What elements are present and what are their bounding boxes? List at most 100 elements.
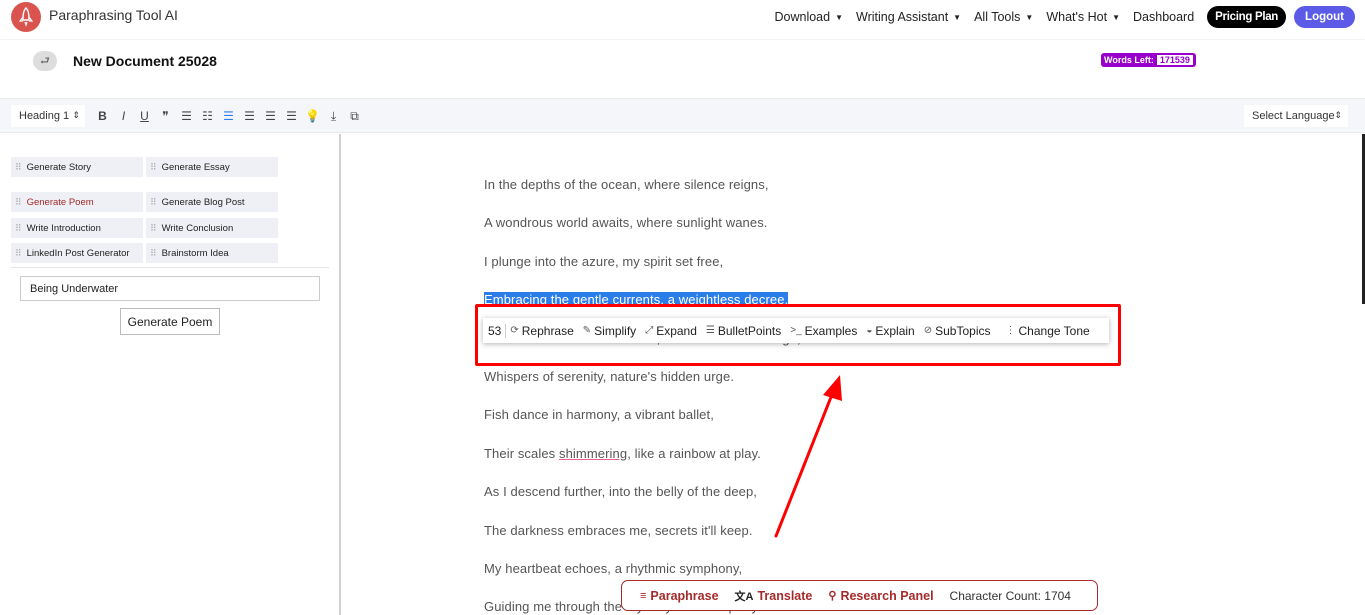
ai-action-explain[interactable]: ◒ Explain [866,324,914,338]
drag-handle-icon[interactable]: ⠿ [15,223,22,234]
ai-action-bulletpoints[interactable]: ☰ BulletPoints [706,324,781,338]
bottom-action-bar: ≡ Paraphrase 文A Translate ⚲ Research Panel Ch… [621,580,1098,611]
bold-icon[interactable]: B [92,107,113,125]
ai-action-label: Change Tone [1018,323,1090,338]
heading-select-value: Heading 1 [19,110,70,122]
poem-line[interactable]: My heartbeat echoes, a rhythmic symphony… [484,561,742,576]
drag-handle-icon[interactable]: ⠿ [15,248,22,259]
caret-down-icon: ▼ [953,12,962,22]
back-button[interactable]: ⮐ [33,51,57,71]
menu-label: All Tools [974,10,1021,24]
ordered-list-icon[interactable]: ☰ [176,107,197,125]
poem-line[interactable]: The darkness embraces me, secrets it'll … [484,523,753,538]
bullet-list-icon[interactable]: ☷ [197,107,218,125]
tool-generate-essay[interactable]: ⠿ Generate Essay [146,157,278,177]
ai-action-label: Expand [656,323,697,338]
tool-write-conclusion[interactable]: ⠿ Write Conclusion [146,218,278,238]
pricing-plan-button[interactable]: Pricing Plan [1207,6,1287,28]
quote-icon[interactable]: ❞ [155,107,176,125]
translate-icon: 文A [734,590,754,603]
list-icon: ☰ [705,325,715,336]
ai-action-popup: 53 ⟳ Rephrase ✎ Simplify ⤢ Expand ☰ BulletPoint… [483,318,1109,343]
copy-icon[interactable]: ⧉ [344,107,365,125]
align-center-icon[interactable]: ☰ [239,107,260,125]
italic-icon[interactable]: I [113,107,134,125]
poem-line[interactable]: I plunge into the azure, my spirit set f… [484,254,723,269]
document-header: ⮐ New Document 25028 Words Left: 171539 [0,40,1365,98]
tool-label: Write Conclusion [161,222,234,234]
words-left-label: Words Left: [1104,55,1154,65]
bottom-action-label: Translate [757,588,813,603]
tool-generate-story[interactable]: ⠿ Generate Story [11,157,143,177]
poem-line[interactable]: Embracing the gentle currents, a weightl… [484,292,789,308]
brand-name[interactable]: Paraphrasing Tool AI [49,7,178,23]
menu-all-tools[interactable]: All Tools ▼ [974,10,1033,24]
ai-action-subtopics[interactable]: ⊘ SubTopics [924,324,991,338]
top-navbar: Paraphrasing Tool AI Download ▼ Writing A… [0,0,1365,39]
ai-action-expand[interactable]: ⤢ Expand [645,324,697,338]
topic-input[interactable] [20,276,320,301]
selected-text[interactable]: Embracing the gentle currents, a weightl… [484,292,789,308]
menu-label: What's Hot [1046,10,1108,24]
download-icon[interactable]: ⤓ [323,107,344,125]
select-arrows-icon: ⇕ [1334,110,1342,120]
poem-line[interactable]: Whispers of serenity, nature's hidden ur… [484,369,734,384]
generate-poem-button[interactable]: Generate Poem [120,308,220,335]
translate-button[interactable]: 文A Translate [735,588,813,604]
words-left-badge: Words Left: 171539 [1101,53,1196,67]
language-select[interactable]: Select Language ⇕ [1244,105,1348,127]
terminal-icon: >_ [790,325,802,336]
editor-area[interactable]: In the depths of the ocean, where silenc… [343,134,1365,615]
tool-generate-poem[interactable]: ⠿ Generate Poem [11,192,143,212]
tool-linkedin-post-generator[interactable]: ⠿ LinkedIn Post Generator [11,243,143,263]
ai-action-examples[interactable]: >_ Examples [790,324,857,338]
menu-writing-assistant[interactable]: Writing Assistant ▼ [856,10,961,24]
drag-handle-icon[interactable]: ⠿ [15,162,22,173]
align-right-icon[interactable]: ☰ [260,107,281,125]
research-panel-button[interactable]: ⚲ Research Panel [828,589,933,603]
ai-action-label: Simplify [594,323,637,338]
ai-action-change-tone[interactable]: ⋮ Change Tone [1006,324,1090,338]
drag-handle-icon[interactable]: ⠿ [15,197,22,208]
heading-select[interactable]: Heading 1 ⇕ [11,105,85,127]
align-left-icon[interactable]: ☰ [218,107,239,125]
pencil-icon: ✎ [582,325,592,336]
logout-button[interactable]: Logout [1294,6,1355,28]
menu-label: Writing Assistant [856,10,949,24]
poem-line[interactable]: As I descend further, into the belly of … [484,484,757,499]
menu-download[interactable]: Download ▼ [774,10,843,24]
main-menu: Download ▼ Writing Assistant ▼ All Tools ▼ … [774,0,1365,34]
lightbulb-icon[interactable]: 💡 [302,107,323,125]
tool-generate-blog-post[interactable]: ⠿ Generate Blog Post [146,192,278,212]
drag-handle-icon[interactable]: ⠿ [150,248,157,259]
menu-whats-hot[interactable]: What's Hot ▼ [1046,10,1120,24]
word-count: 53 [483,323,507,338]
tool-write-introduction[interactable]: ⠿ Write Introduction [11,218,143,238]
drag-handle-icon[interactable]: ⠿ [150,197,157,208]
poem-line[interactable]: In the depths of the ocean, where silenc… [484,177,769,192]
tool-brainstorm-idea[interactable]: ⠿ Brainstorm Idea [146,243,278,263]
poem-line[interactable]: Their scales shimmering, like a rainbow … [484,446,761,461]
drag-handle-icon[interactable]: ⠿ [150,162,157,173]
tool-label: Write Introduction [26,222,101,234]
poem-line[interactable]: Fish dance in harmony, a vibrant ballet, [484,407,714,422]
bottom-actions: ≡ Paraphrase 文A Translate ⚲ Research Panel [640,588,950,604]
ai-action-rephrase[interactable]: ⟳ Rephrase [510,324,573,338]
language-select-value: Select Language [1252,110,1335,122]
tool-label: Brainstorm Idea [161,247,229,259]
rocket-icon[interactable] [11,2,41,32]
document-title[interactable]: New Document 25028 [73,53,217,69]
ai-action-label: Examples [804,323,858,338]
underline-icon[interactable]: U [134,107,155,125]
misspelled-word[interactable]: shimmering [559,446,627,461]
poem-line[interactable]: A wondrous world awaits, where sunlight … [484,215,768,230]
tool-label: Generate Story [26,161,92,173]
search-icon: ⚲ [828,590,837,602]
bottom-action-label: Research Panel [840,588,934,603]
ai-action-simplify[interactable]: ✎ Simplify [583,324,636,338]
menu-dashboard[interactable]: Dashboard [1133,10,1194,24]
drag-handle-icon[interactable]: ⠿ [150,223,157,234]
align-justify-icon[interactable]: ☰ [281,107,302,125]
ai-action-label: Rephrase [521,323,574,338]
paraphrase-button[interactable]: ≡ Paraphrase [640,589,719,603]
